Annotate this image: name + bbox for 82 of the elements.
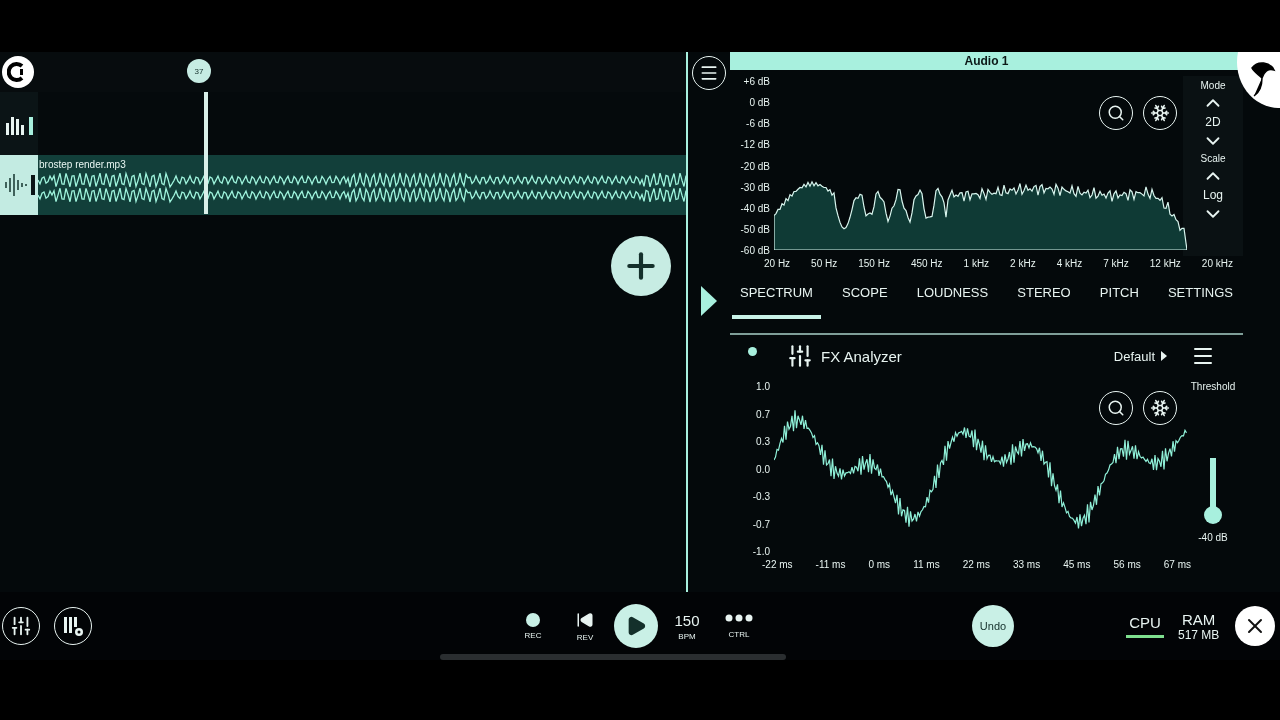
analyzer-tab[interactable]: STEREO <box>1009 281 1079 319</box>
close-button[interactable] <box>1235 606 1276 646</box>
piano-gear-icon <box>62 615 84 637</box>
search-icon <box>1107 399 1125 417</box>
rewind-button[interactable]: REV <box>562 610 608 642</box>
snowflake-icon <box>1150 398 1170 418</box>
threshold-slider[interactable] <box>1203 458 1223 526</box>
audio-clip[interactable]: brostep render.mp3 <box>38 155 686 215</box>
mode-label: Mode <box>1200 80 1226 91</box>
waveform-icon <box>2 172 36 198</box>
undo-button[interactable]: Undo <box>972 605 1014 647</box>
ram-label: RAM <box>1182 610 1216 628</box>
axis-label: 56 ms <box>1113 559 1141 570</box>
axis-label: 450 Hz <box>910 258 943 269</box>
preset-selector[interactable]: Default <box>1113 348 1167 364</box>
axis-label: 33 ms <box>1012 559 1041 570</box>
axis-label: 7 kHz <box>1103 258 1129 269</box>
axis-label: 150 Hz <box>858 258 890 269</box>
axis-label: 1 kHz <box>963 258 990 269</box>
more-icon <box>725 613 753 622</box>
axis-label: -6 dB <box>746 118 770 130</box>
axis-label: -1.0 <box>752 546 770 557</box>
axis-label: 0.7 <box>756 408 770 420</box>
axis-label: 4 kHz <box>1056 258 1083 269</box>
axis-label: 50 Hz <box>811 258 838 269</box>
axis-label: -20 dB <box>740 160 770 172</box>
axis-label: 0 ms <box>868 559 891 570</box>
axis-label: -40 dB <box>740 202 770 214</box>
axis-label: 2 kHz <box>1010 258 1036 269</box>
scale-label: Scale <box>1200 153 1226 164</box>
analyzer-tab[interactable]: SCOPE <box>834 281 896 319</box>
power-dot[interactable] <box>748 347 757 356</box>
axis-label: 45 ms <box>1063 559 1091 570</box>
play-button[interactable] <box>614 604 658 648</box>
axis-label: -0.7 <box>752 518 770 530</box>
expand-arrow-icon[interactable] <box>701 286 717 316</box>
record-button[interactable]: REC <box>510 612 556 640</box>
threshold-reading: -40 dB <box>1198 532 1228 543</box>
control-button[interactable]: CTRL <box>716 613 762 639</box>
analyzer-tab[interactable]: PITCH <box>1091 281 1147 319</box>
analyzer-tab[interactable]: LOUDNESS <box>908 281 997 319</box>
axis-label: 0.3 <box>756 436 770 447</box>
snowflake-icon <box>1150 103 1170 123</box>
playhead-marker[interactable]: 37 <box>187 59 211 83</box>
axis-label: 12 kHz <box>1149 258 1181 269</box>
search-icon <box>1107 104 1125 122</box>
ram-value: 517 MB <box>1178 627 1220 642</box>
axis-label: -60 dB <box>740 245 770 256</box>
axis-label: -12 dB <box>740 139 770 151</box>
axis-label: 0.0 <box>756 463 770 475</box>
caret-icon <box>1161 351 1167 361</box>
analyzer-tab[interactable]: SETTINGS <box>1159 281 1241 319</box>
axis-label: -30 dB <box>740 181 770 193</box>
axis-label: 20 Hz <box>764 258 791 269</box>
tempo-button[interactable]: 150 BPM <box>664 611 710 641</box>
analyzer-tab[interactable]: SPECTRUM <box>732 281 821 319</box>
axis-label: -0.3 <box>752 491 770 502</box>
add-button[interactable] <box>611 236 671 296</box>
axis-label: 1.0 <box>756 381 770 392</box>
axis-label: 67 ms <box>1163 559 1191 570</box>
cpu-meter <box>1126 635 1164 638</box>
plugin-title: FX Analyzer <box>821 347 903 365</box>
sliders-icon <box>10 615 32 637</box>
skip-back-icon <box>576 610 594 629</box>
axis-label: 0 dB <box>749 97 770 109</box>
axis-label: 22 ms <box>962 559 990 570</box>
axis-label: 20 kHz <box>1201 258 1233 269</box>
axis-label: +6 dB <box>743 76 770 87</box>
axis-label: -22 ms <box>762 559 793 570</box>
mode-value: 2D <box>1205 115 1221 129</box>
cpu-label: CPU <box>1129 614 1161 631</box>
axis-label: -50 dB <box>740 223 770 235</box>
logo-button[interactable] <box>2 56 34 88</box>
record-icon <box>526 612 540 627</box>
threshold-label: Threshold <box>1190 381 1236 392</box>
slider-thumb[interactable] <box>1204 505 1222 524</box>
scale-value: Log <box>1203 188 1223 202</box>
axis-label: -11 ms <box>815 559 846 570</box>
sliders-icon <box>787 343 813 369</box>
clip-name: brostep render.mp3 <box>38 158 127 170</box>
menu-icon <box>699 63 719 83</box>
axis-label: 11 ms <box>913 559 940 570</box>
